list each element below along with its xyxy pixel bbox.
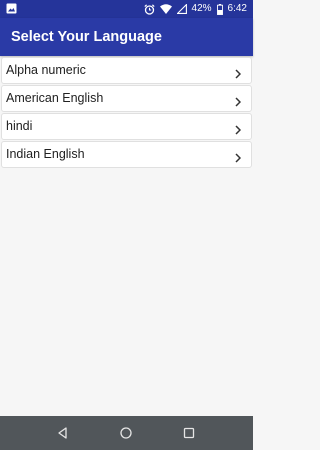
chevron-right-icon <box>235 150 242 163</box>
language-item-hindi[interactable]: hindi <box>1 113 252 140</box>
language-item-indian-english[interactable]: Indian English <box>1 141 252 168</box>
clock: 6:42 <box>227 3 247 14</box>
language-item-american-english[interactable]: American English <box>1 85 252 112</box>
home-icon[interactable] <box>118 425 134 441</box>
chevron-right-icon <box>235 122 242 135</box>
image-notification-icon <box>6 3 17 14</box>
alarm-icon <box>143 3 155 15</box>
language-label: Indian English <box>6 147 85 161</box>
recents-icon[interactable] <box>181 425 197 441</box>
chevron-right-icon <box>235 66 242 79</box>
status-icons: 42% 6:42 <box>143 0 247 18</box>
language-label: hindi <box>6 119 33 133</box>
wifi-icon <box>159 4 172 14</box>
chevron-right-icon <box>235 94 242 107</box>
app-bar: Select Your Language <box>0 18 253 56</box>
language-list: Alpha numeric American English hindi Ind… <box>0 57 253 169</box>
language-label: American English <box>6 91 104 105</box>
language-label: Alpha numeric <box>6 63 86 77</box>
battery-icon <box>216 3 223 15</box>
signal-icon <box>176 4 187 14</box>
battery-percent: 42% <box>191 3 212 14</box>
navigation-bar <box>0 416 253 450</box>
language-item-alpha-numeric[interactable]: Alpha numeric <box>1 57 252 84</box>
back-icon[interactable] <box>55 425 71 441</box>
page-title: Select Your Language <box>11 29 162 45</box>
status-bar: 42% 6:42 <box>0 0 253 18</box>
